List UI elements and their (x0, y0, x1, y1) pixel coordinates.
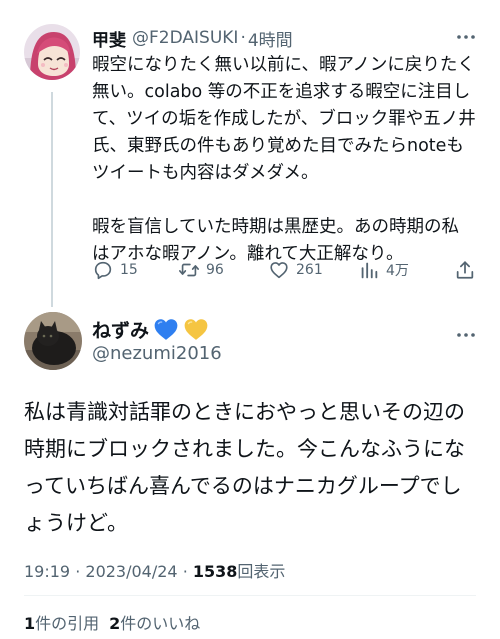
more-icon[interactable] (456, 328, 476, 338)
meta-separator: · (75, 562, 81, 581)
heart-icon (270, 262, 288, 279)
quotes-link[interactable]: 1件の引用 (24, 614, 99, 633)
retweet-button[interactable]: 96 (178, 258, 224, 282)
tweet-time[interactable]: 4時間 (248, 26, 293, 51)
quote-label: 件の引用 (35, 614, 100, 633)
views-button[interactable]: 4万 (358, 258, 409, 282)
avatar[interactable] (24, 24, 80, 80)
tweet-stats: 1件の引用 2件のいいね (24, 610, 200, 634)
view-count: 4万 (386, 263, 409, 279)
share-button[interactable] (454, 258, 476, 282)
reply-avatar-image (24, 312, 82, 370)
parent-avatar-image (24, 24, 80, 80)
header-separator: · (240, 28, 246, 48)
tweet-date[interactable]: 2023/04/24 (85, 562, 177, 581)
share-icon (456, 261, 474, 279)
likes-link[interactable]: 2件のいいね (109, 614, 200, 633)
like-button[interactable]: 261 (268, 258, 323, 282)
like-count: 2 (109, 614, 121, 633)
meta-separator: · (182, 562, 188, 581)
reply-count: 15 (120, 262, 138, 278)
author-handle[interactable]: @F2DAISUKI (132, 28, 238, 48)
views-count: 1538 (192, 562, 238, 581)
tweet-meta: 19:19 · 2023/04/24 · 1538回表示 (24, 558, 285, 582)
reply-icon (94, 261, 112, 280)
more-icon[interactable] (456, 30, 476, 40)
name-emoji-group (153, 317, 209, 341)
thread-connector-line (51, 92, 53, 307)
reply-tweet-text: 私は青識対話罪のときにおやっと思いその辺の時期にブロックされました。今こんなふう… (24, 400, 465, 535)
reply-author-name-row[interactable]: ねずみ (92, 315, 209, 343)
tweet-paragraph: 暇空になりたく無い以前に、暇アノンに戻りたく無い。colabo 等の不正を追求す… (92, 55, 476, 183)
yellow-heart-icon (184, 319, 208, 340)
tweet-time[interactable]: 19:19 (24, 562, 70, 581)
like-label: 件のいいね (120, 614, 201, 633)
author-name[interactable]: ねずみ (92, 316, 149, 343)
retweet-icon (179, 263, 199, 277)
author-handle[interactable]: @nezumi2016 (92, 343, 222, 364)
parent-tweet[interactable]: 甲斐 @F2DAISUKI · 4時間 暇空になりたく無い以前に、暇アノンに戻り… (0, 0, 500, 307)
retweet-count: 96 (206, 262, 224, 278)
parent-tweet-header: 甲斐 @F2DAISUKI · 4時間 (92, 26, 472, 51)
divider (24, 595, 476, 596)
tweet-actions: 15 96 261 4万 (92, 258, 476, 282)
avatar[interactable] (24, 312, 82, 370)
views-icon (361, 262, 378, 279)
views-label: 回表示 (237, 562, 286, 581)
blue-heart-icon (154, 319, 178, 340)
reply-button[interactable]: 15 (92, 258, 138, 282)
like-count: 261 (296, 262, 323, 278)
author-name[interactable]: 甲斐 (92, 26, 126, 51)
quote-count: 1 (24, 614, 36, 633)
parent-tweet-text: 暇空になりたく無い以前に、暇アノンに戻りたく無い。colabo 等の不正を追求す… (92, 52, 476, 268)
